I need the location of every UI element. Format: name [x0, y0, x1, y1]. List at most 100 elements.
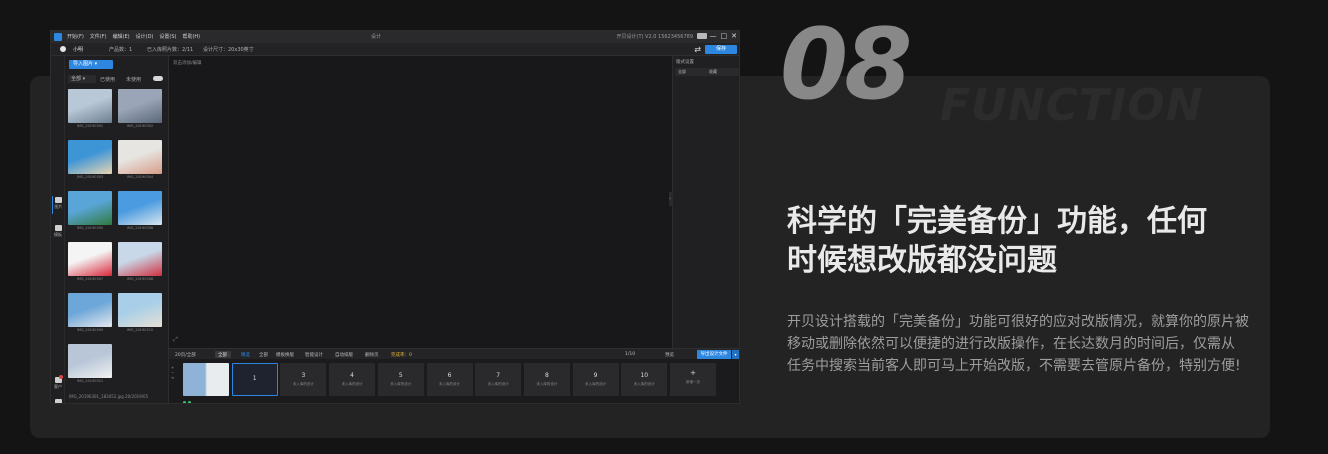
client-name: 小明: [73, 47, 84, 53]
thumbnail-filename: IMG_20190306: [126, 226, 154, 230]
home-icon[interactable]: [60, 46, 66, 52]
maximize-icon[interactable]: □: [721, 32, 728, 40]
rail-templates[interactable]: 模板: [52, 224, 64, 242]
rail-service[interactable]: 服务: [52, 398, 64, 403]
page-thumbnail[interactable]: 5 未入库的设计: [377, 363, 424, 396]
thumbnail-image: [68, 242, 112, 276]
tab-favorites[interactable]: 收藏: [709, 69, 717, 75]
headline-line-1: 科学的「完美备份」功能，任何: [787, 204, 1207, 239]
thumbnail-image: [68, 89, 112, 123]
design-size: 设计尺寸：20x30英寸: [203, 47, 254, 53]
feature-headline: 科学的「完美备份」功能，任何 时候想改版都没问题: [787, 202, 1267, 280]
image-thumbnail[interactable]: IMG_20190305: [68, 191, 112, 230]
filter-row: 全部 ▾ 已使用 未使用: [68, 75, 166, 84]
filter-used[interactable]: 已使用: [100, 76, 115, 83]
feature-watermark: FUNCTION: [940, 80, 1204, 131]
thumbnail-filename: IMG_20190304: [126, 175, 154, 179]
title-bar: 开始(F) 文件(F) 编辑(E) 设计(D) 设置(S) 帮助(H) 设计 开…: [51, 31, 739, 43]
page-thumbnail[interactable]: 3 未入库的设计: [280, 363, 327, 396]
info-bar: 小明 产品数：1 已入库照片数：2/11 设计尺寸：20x30英寸 ⇄ 保存: [51, 43, 739, 56]
page-thumbnail[interactable]: 7 未入库的设计: [475, 363, 522, 396]
menu-bar: 开始(F) 文件(F) 编辑(E) 设计(D) 设置(S) 帮助(H): [67, 33, 200, 40]
window-title: 设计: [371, 34, 382, 40]
tab-all-pages[interactable]: 全部: [259, 352, 268, 358]
minimize-icon[interactable]: —: [710, 32, 717, 40]
menu-edit[interactable]: 编辑(E): [113, 33, 130, 40]
list-icon[interactable]: ≡: [171, 375, 181, 380]
selected-filename: IMG_20190301_183052.jpg 20/2019/05: [69, 394, 149, 399]
page-thumbnail[interactable]: 6 未入库的设计: [426, 363, 473, 396]
image-thumbnail[interactable]: IMG_20190309: [68, 293, 112, 332]
menu-start[interactable]: 开始(F): [67, 33, 84, 40]
close-icon[interactable]: ✕: [731, 32, 737, 40]
thumbnail-filename: IMG_20190308: [126, 277, 154, 281]
page-number: 8: [544, 372, 549, 379]
tab-featured[interactable]: 精选: [241, 352, 250, 358]
app-window: 开始(F) 文件(F) 编辑(E) 设计(D) 设置(S) 帮助(H) 设计 开…: [50, 30, 740, 404]
page-thumbnail[interactable]: 4 未入库的设计: [329, 363, 376, 396]
delete-page-button[interactable]: 删除页: [365, 352, 379, 358]
window-controls: — □ ✕: [710, 32, 738, 40]
page-number: 1: [252, 375, 257, 382]
view-toggle[interactable]: [153, 76, 163, 81]
desc-line-3: 任务中搜索当前客人即可马上开始改版，不需要去管原片备份，特别方便!: [787, 358, 1241, 374]
thumbnail-image: [118, 293, 162, 327]
page-thumbnail[interactable]: 1: [231, 363, 278, 396]
photo-stats: 已入库照片数：2/11: [147, 47, 194, 53]
app-logo: [54, 33, 62, 41]
menu-file[interactable]: 文件(F): [90, 33, 107, 40]
save-button[interactable]: 保存: [705, 45, 737, 54]
page-thumbnail[interactable]: 10 未入库的设计: [621, 363, 668, 396]
image-thumbnail[interactable]: IMG_20190311: [68, 344, 112, 383]
image-thumbnail[interactable]: IMG_20190306: [118, 191, 162, 230]
fit-screen-icon[interactable]: ⤢: [173, 336, 178, 344]
page-thumbnail[interactable]: 8 未入库的设计: [523, 363, 570, 396]
image-thumbnail[interactable]: IMG_20190304: [118, 140, 162, 179]
image-thumbnail[interactable]: IMG_20190310: [118, 293, 162, 332]
collapse-handle-icon[interactable]: ›: [669, 192, 673, 206]
service-icon: [54, 399, 62, 403]
tab-all[interactable]: 全部: [678, 69, 686, 75]
page-number: +: [690, 369, 696, 377]
thumbnail-image: [68, 344, 112, 378]
preview-button[interactable]: 预览: [665, 352, 674, 358]
export-button[interactable]: 导出设计文件: [697, 350, 731, 359]
page-counter: 1/10: [625, 352, 636, 357]
page-number: 6: [447, 372, 452, 379]
page-thumbnail[interactable]: 9 未入库的设计: [572, 363, 619, 396]
menu-design[interactable]: 设计(D): [136, 33, 154, 40]
page-number: 4: [350, 372, 354, 379]
filter-pill-label: 全部: [218, 353, 227, 358]
thumbnail-filename: IMG_20190310: [126, 328, 154, 332]
thumbnail-filename: IMG_20190307: [76, 277, 104, 281]
design-canvas[interactable]: 双击添加/编辑 ⤢: [169, 56, 672, 348]
thumbnail-image: [68, 293, 112, 327]
rail-images[interactable]: 图片: [52, 196, 64, 214]
image-icon: [55, 197, 62, 203]
menu-settings[interactable]: 设置(S): [159, 33, 176, 40]
template-swap-button[interactable]: 模板换版: [276, 352, 294, 358]
image-thumbnail[interactable]: IMG_20190303: [68, 140, 112, 179]
page-label: 未入库的设计: [487, 382, 509, 386]
rail-clients[interactable]: 客户: [52, 375, 64, 394]
page-label: 未入库的设计: [292, 382, 314, 386]
image-thumbnail[interactable]: IMG_20190308: [118, 242, 162, 281]
add-page-button[interactable]: + 新增一页: [670, 363, 716, 396]
thumbnail-image: [118, 242, 162, 276]
auto-layout-button[interactable]: 自动排版: [335, 352, 353, 358]
import-images-button[interactable]: 导入图片 ▾: [69, 60, 113, 69]
export-dropdown-icon[interactable]: ▾: [732, 350, 739, 359]
page-thumbnail[interactable]: [183, 363, 229, 396]
page-number: 5: [398, 372, 403, 379]
layout-tabs: 全部 收藏: [675, 68, 739, 76]
filter-unused[interactable]: 未使用: [126, 76, 141, 83]
menu-help[interactable]: 帮助(H): [182, 33, 200, 40]
page-total: 20页/全部: [175, 353, 196, 358]
sort-select[interactable]: 全部 ▾: [68, 75, 96, 83]
image-thumbnail[interactable]: IMG_20190307: [68, 242, 112, 281]
smart-design-button[interactable]: 智能设计: [305, 352, 323, 358]
image-thumbnail[interactable]: IMG_20190301: [68, 89, 112, 128]
image-thumbnail[interactable]: IMG_20190302: [118, 89, 162, 128]
page-number: 7: [496, 372, 501, 379]
swap-icon[interactable]: ⇄: [694, 45, 701, 54]
